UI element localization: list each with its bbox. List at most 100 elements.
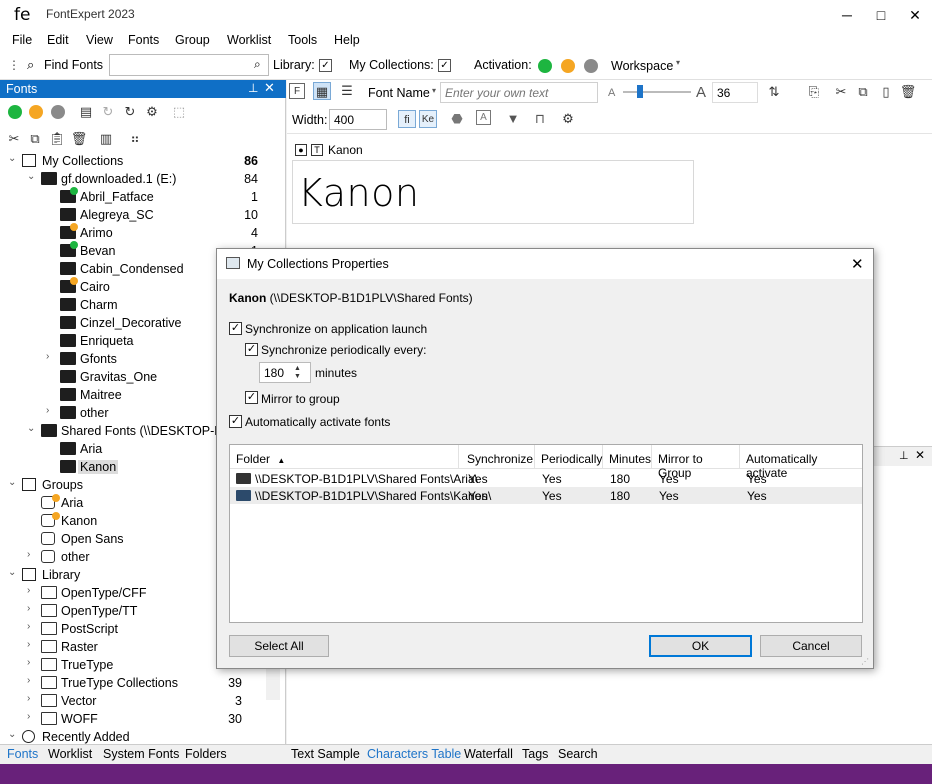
column-minutes[interactable]: Minutes [603,445,652,469]
column-folder[interactable]: Folder ▲ [230,445,459,469]
chevron-down-icon[interactable]: ⌄ [27,171,37,182]
search-icon[interactable]: ⌕ [254,57,261,72]
column-periodically[interactable]: Periodically [535,445,603,469]
chevron-right-icon[interactable]: › [27,603,37,614]
menu-edit[interactable]: Edit [47,33,69,47]
delete-icon[interactable]: 🗑︎ [899,83,917,101]
tree-item[interactable]: Abril_Fatface 1 [0,187,266,206]
tab-search[interactable]: Search [558,747,598,761]
maximize-button[interactable]: □ [864,0,898,30]
sample-text-input[interactable] [440,82,598,103]
sort-icon[interactable]: ⇅ [765,83,783,101]
sync-launch-checkbox[interactable]: ✓ [229,322,242,335]
delete-icon[interactable]: 🗑︎ [70,130,88,148]
deactivate-icon[interactable] [51,105,65,119]
menu-group[interactable]: Group [175,33,210,47]
chevron-down-icon[interactable]: ⌄ [8,153,18,164]
tab-waterfall[interactable]: Waterfall [464,747,513,761]
new-collection-icon[interactable]: ⬚ [170,103,188,121]
font-info-icon[interactable]: ▤ [77,103,95,121]
tab-fonts[interactable]: Fonts [7,747,38,761]
pin-icon[interactable]: ⊥ [248,81,258,95]
close-button[interactable]: ✕ [898,0,932,30]
tab-worklist[interactable]: Worklist [48,747,92,761]
font-sample-card[interactable]: Kanon [292,160,694,224]
font-name-dropdown[interactable]: Font Name [368,86,430,100]
tree-item[interactable]: ⌄ gf.downloaded.1 (E:) 84 [0,170,266,188]
library-checkbox[interactable]: ✓ [319,59,332,72]
tag-icon[interactable]: ⬣ [448,110,466,128]
tab-text-sample[interactable]: Text Sample [291,747,360,761]
tab-folders[interactable]: Folders [185,747,227,761]
table-row[interactable]: \\DESKTOP-B1D1PLV\Shared Fonts\Aria\ Yes… [230,470,862,487]
tab-characters-table[interactable]: Characters Table [367,747,461,761]
tree-item[interactable]: ⌄ My Collections 86 [0,152,266,170]
dialog-close-button[interactable]: ✕ [851,255,864,273]
table-row[interactable]: \\DESKTOP-B1D1PLV\Shared Fonts\Kanon\ Ye… [230,487,862,504]
interval-stepper[interactable]: ▲ ▼ [294,365,301,381]
chevron-right-icon[interactable]: › [46,351,56,362]
chevron-right-icon[interactable]: › [27,621,37,632]
filter-icon[interactable]: ▼ [504,110,522,128]
tree-item[interactable]: Alegreya_SC 10 [0,206,266,224]
select-all-button[interactable]: Select All [229,635,329,657]
kerning-icon[interactable]: Ke [419,110,437,128]
pin-icon[interactable]: ⊥ [899,449,909,462]
column-synchronize[interactable]: Synchronize [461,445,535,469]
resize-grip-icon[interactable]: ⋰ [861,657,869,666]
activate-button[interactable] [538,59,552,73]
my-collections-checkbox[interactable]: ✓ [438,59,451,72]
mirror-checkbox[interactable]: ✓ [245,391,258,404]
size-slider-track[interactable] [623,91,691,93]
close-icon[interactable]: ✕ [264,80,275,96]
copy-icon[interactable]: ⧉ [854,83,872,101]
chevron-right-icon[interactable]: › [27,639,37,650]
tree-item[interactable]: › WOFF 30 [0,710,266,728]
menu-view[interactable]: View [86,33,113,47]
chevron-right-icon[interactable]: › [27,711,37,722]
chevron-right-icon[interactable]: › [46,405,56,416]
size-input[interactable] [712,82,758,103]
paste-icon[interactable]: ▯ [877,83,895,101]
temp-activate-button[interactable] [561,59,575,73]
chevron-right-icon[interactable]: › [27,693,37,704]
tree-item[interactable]: › Vector 3 [0,692,266,710]
temp-activate-icon[interactable] [29,105,43,119]
workspace-dropdown[interactable]: Workspace [611,59,673,73]
chevron-right-icon[interactable]: › [27,585,37,596]
menu-file[interactable]: File [12,33,32,47]
chevron-right-icon[interactable]: › [27,657,37,668]
font-view-icon[interactable]: F [289,83,305,99]
menu-worklist[interactable]: Worklist [227,33,271,47]
cancel-button[interactable]: Cancel [760,635,862,657]
uninstall-icon[interactable]: ↻ [99,103,117,121]
cut-icon[interactable]: ✂ [832,83,850,101]
add-to-group-icon[interactable]: ▥ [97,130,115,148]
chevron-down-icon[interactable]: ⌄ [8,729,18,740]
column-mirror[interactable]: Mirror to Group [652,445,740,480]
export-icon[interactable]: ⎘ [805,83,823,101]
chevron-down-icon[interactable]: ⌄ [27,423,37,434]
tab-tags[interactable]: Tags [522,747,548,761]
refresh-icon[interactable]: ↻ [121,103,139,121]
width-input[interactable] [329,109,387,130]
tree-item[interactable]: Arimo 4 [0,223,266,242]
settings-icon[interactable]: ⚙ [143,103,161,121]
menu-help[interactable]: Help [334,33,360,47]
ok-button[interactable]: OK [649,635,752,657]
interval-input[interactable] [259,362,311,383]
menu-tools[interactable]: Tools [288,33,317,47]
menu-fonts[interactable]: Fonts [128,33,159,47]
paste-icon[interactable]: 📋︎ [48,130,66,148]
minimize-button[interactable]: ─ [830,0,864,30]
chevron-right-icon[interactable]: › [27,675,37,686]
chevron-right-icon[interactable]: › [27,549,37,560]
text-icon[interactable]: A [476,110,491,125]
find-fonts-input[interactable] [109,54,269,76]
column-auto-activate[interactable]: Automatically activate [740,445,862,480]
chevron-down-icon[interactable]: ⌄ [8,477,18,488]
activate-icon[interactable] [8,105,22,119]
hierarchy-icon[interactable]: ⠶ [126,130,144,148]
gear-icon[interactable]: ⚙ [559,110,577,128]
compare-icon[interactable]: ⊓ [531,110,549,128]
